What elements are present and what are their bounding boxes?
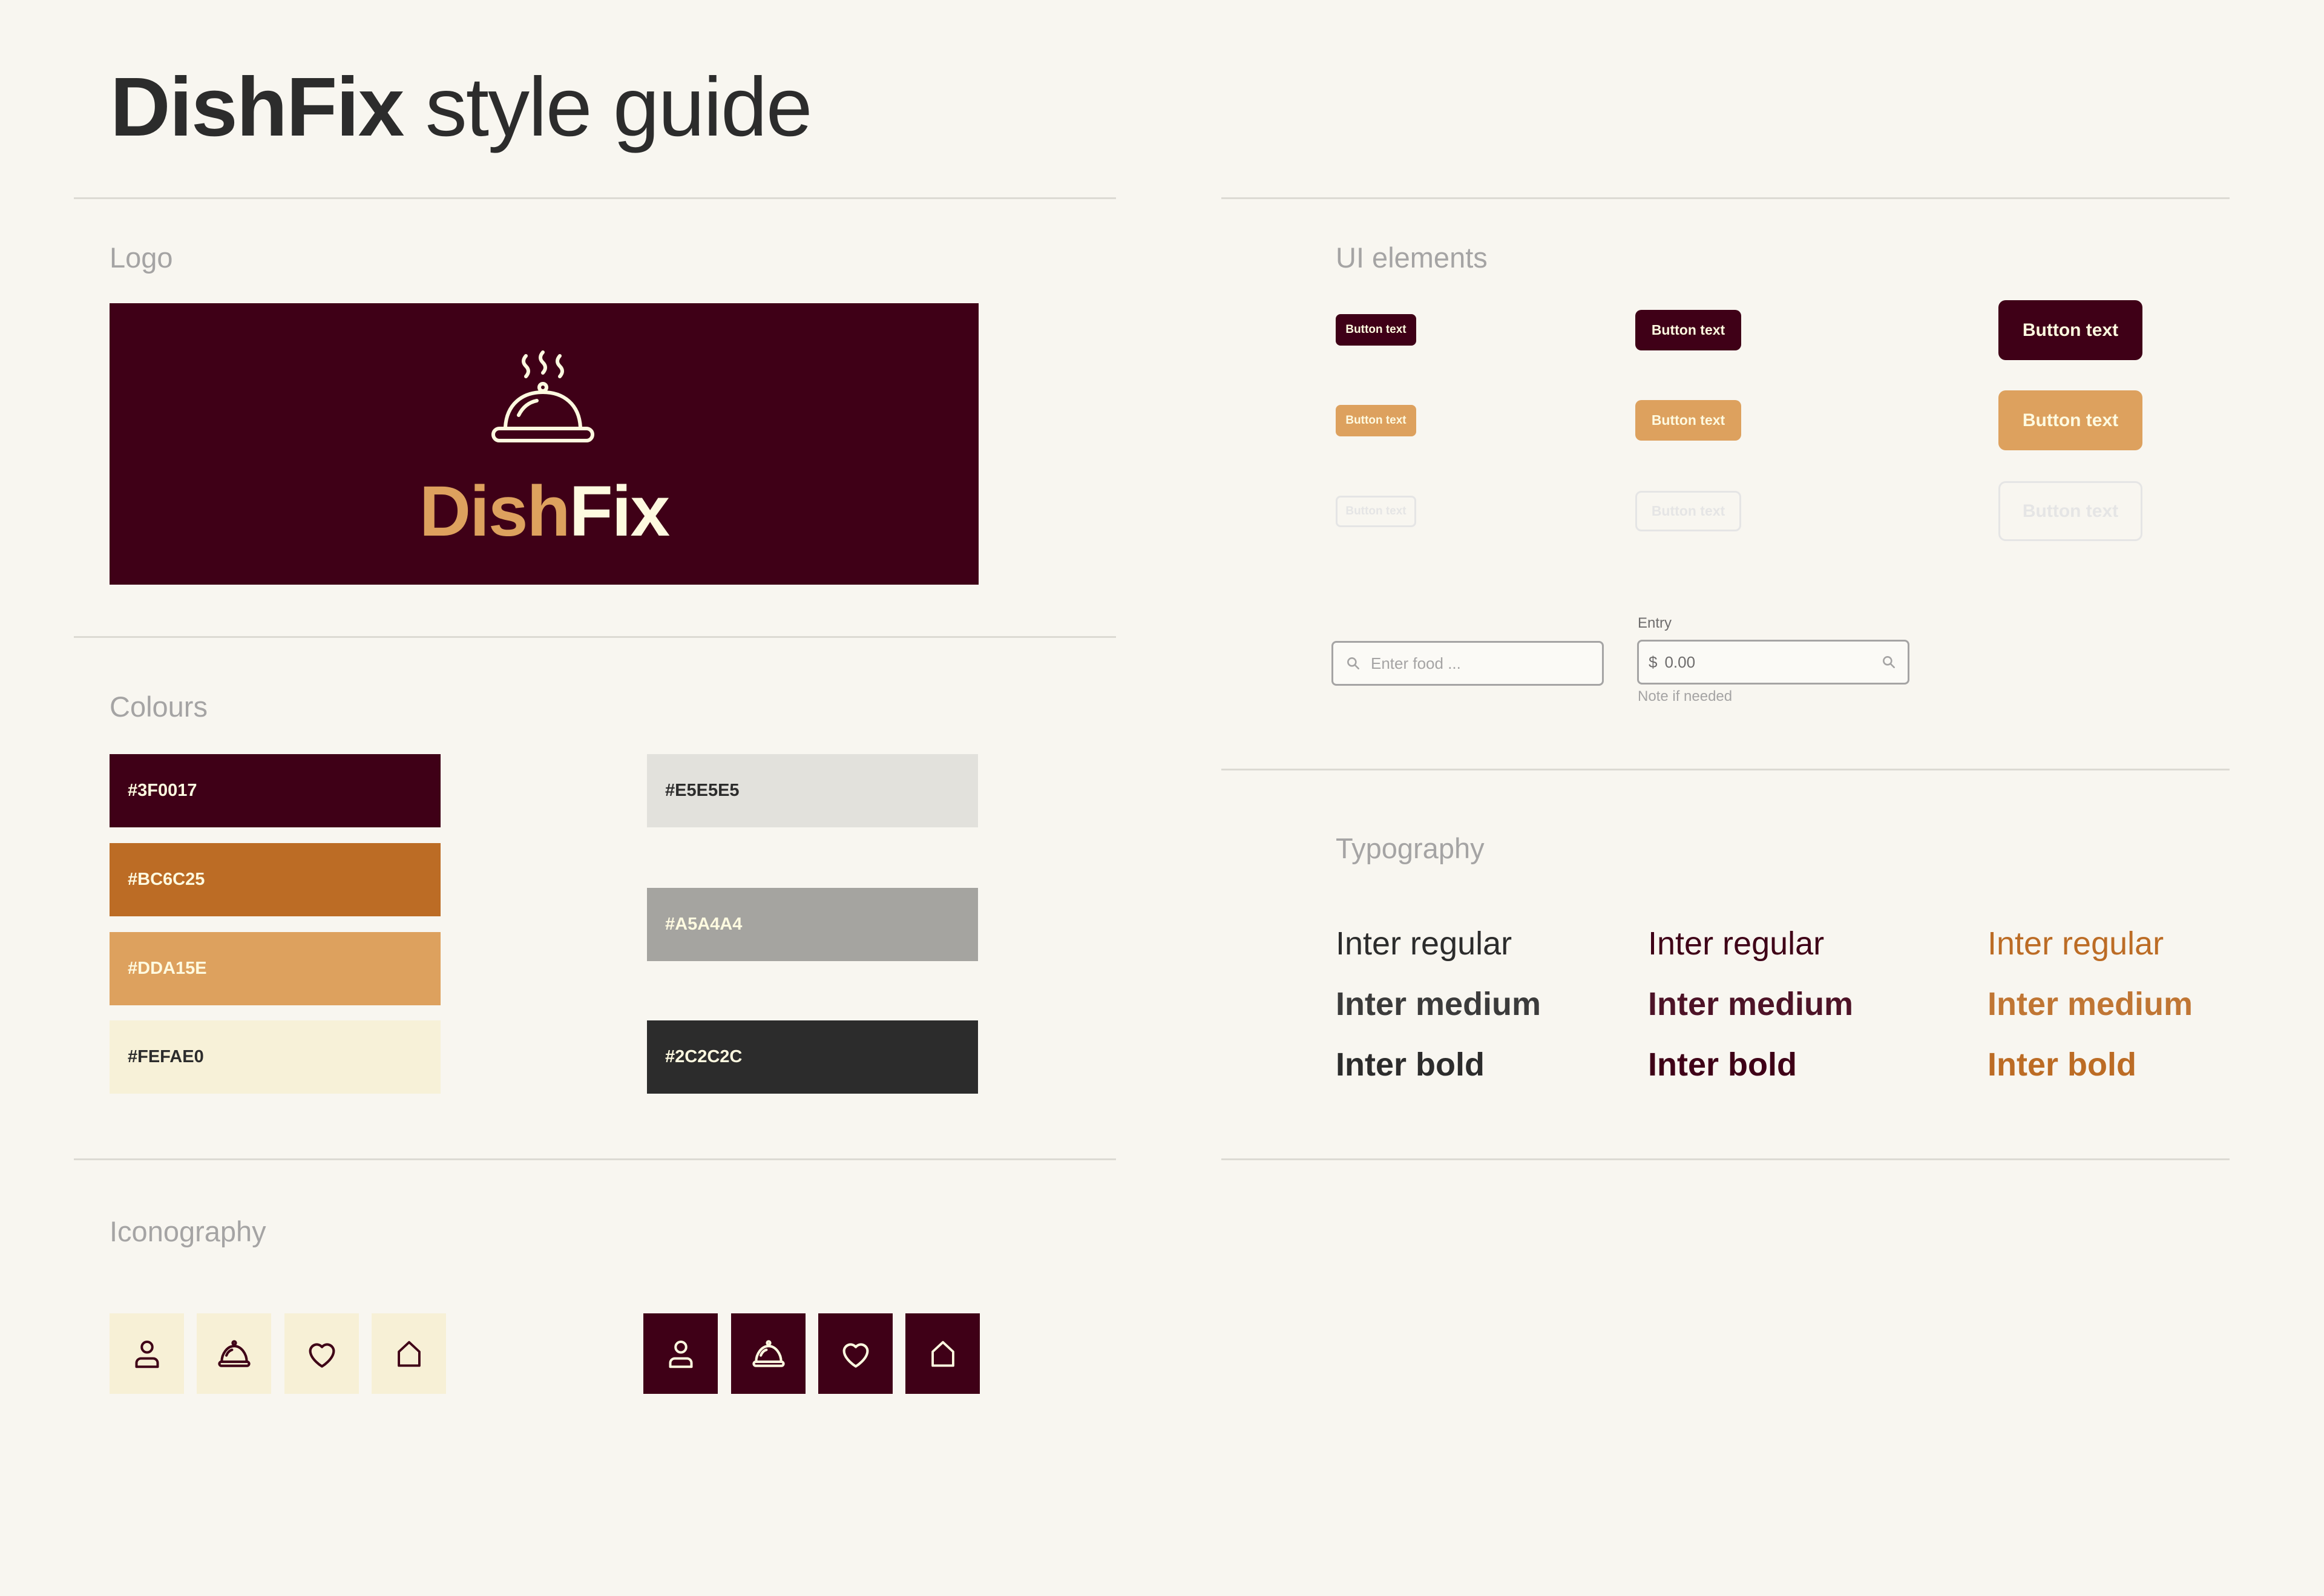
divider bbox=[1221, 769, 2230, 770]
section-label-ui-elements: UI elements bbox=[1336, 241, 1488, 274]
section-label-typography: Typography bbox=[1336, 832, 1485, 864]
logo-word-fix: Fix bbox=[569, 471, 670, 551]
ghost-button-small[interactable]: Button text bbox=[1336, 496, 1416, 527]
person-icon bbox=[135, 1340, 159, 1368]
ghost-button-medium[interactable]: Button text bbox=[1635, 491, 1741, 531]
search-input[interactable]: Enter food ... bbox=[1331, 641, 1604, 686]
secondary-button-small[interactable]: Button text bbox=[1336, 405, 1416, 436]
colour-swatch: #3F0017 bbox=[110, 754, 441, 827]
cloche-icon bbox=[752, 1339, 785, 1367]
type-sample-bold: Inter bold bbox=[1648, 1046, 1797, 1083]
type-sample-regular: Inter regular bbox=[1988, 925, 2164, 962]
swatch-hex: #3F0017 bbox=[128, 781, 197, 800]
icon-tile-cloche-dark bbox=[731, 1313, 806, 1394]
swatch-hex: #E5E5E5 bbox=[665, 781, 740, 800]
primary-button-large[interactable]: Button text bbox=[1998, 300, 2142, 360]
icon-tile-person bbox=[110, 1313, 184, 1394]
logo-word-dish: Dish bbox=[419, 471, 571, 551]
type-sample-bold: Inter bold bbox=[1336, 1046, 1485, 1083]
icon-tile-home-dark bbox=[905, 1313, 980, 1394]
heart-icon bbox=[842, 1342, 868, 1368]
entry-label: Entry bbox=[1638, 615, 1672, 631]
home-icon bbox=[397, 1341, 421, 1367]
icon-tile-heart bbox=[284, 1313, 359, 1394]
secondary-button-large[interactable]: Button text bbox=[1998, 390, 2142, 450]
secondary-button-medium[interactable]: Button text bbox=[1635, 400, 1741, 441]
divider bbox=[74, 1158, 1116, 1160]
divider bbox=[74, 636, 1116, 638]
entry-note: Note if needed bbox=[1638, 688, 1733, 704]
divider bbox=[1221, 197, 2230, 199]
icon-tile-heart-dark bbox=[818, 1313, 893, 1394]
colour-swatch: #FEFAE0 bbox=[110, 1020, 441, 1094]
search-icon bbox=[1883, 656, 1895, 668]
type-sample-bold: Inter bold bbox=[1988, 1046, 2136, 1083]
divider bbox=[1221, 1158, 2230, 1160]
colour-swatch: #A5A4A4 bbox=[647, 888, 978, 961]
primary-button-small[interactable]: Button text bbox=[1336, 314, 1416, 346]
ghost-button-large[interactable]: Button text bbox=[1998, 481, 2142, 541]
swatch-hex: #2C2C2C bbox=[665, 1047, 743, 1066]
colour-swatch: #BC6C25 bbox=[110, 843, 441, 916]
home-icon bbox=[931, 1341, 954, 1367]
type-sample-medium: Inter medium bbox=[1988, 986, 2193, 1022]
swatch-hex: #A5A4A4 bbox=[665, 915, 743, 934]
section-label-iconography: Iconography bbox=[110, 1215, 266, 1247]
swatch-hex: #DDA15E bbox=[128, 959, 207, 978]
type-sample-regular: Inter regular bbox=[1336, 925, 1512, 962]
cloche-icon bbox=[217, 1339, 251, 1367]
logo-wordmark: DishFix bbox=[110, 466, 979, 557]
entry-field[interactable]: $ 0.00 bbox=[1637, 640, 1909, 685]
type-sample-regular: Inter regular bbox=[1648, 925, 1825, 962]
colour-swatch: #E5E5E5 bbox=[647, 754, 978, 827]
swatch-hex: #BC6C25 bbox=[128, 870, 205, 889]
search-placeholder: Enter food ... bbox=[1371, 654, 1461, 672]
entry-value: 0.00 bbox=[1664, 652, 1696, 671]
person-icon bbox=[669, 1340, 692, 1368]
heart-icon bbox=[309, 1342, 335, 1368]
primary-button-medium[interactable]: Button text bbox=[1635, 310, 1741, 350]
entry-currency: $ bbox=[1649, 652, 1658, 671]
icon-tile-person-dark bbox=[643, 1313, 718, 1394]
colour-swatch: #DDA15E bbox=[110, 932, 441, 1005]
search-icon bbox=[1347, 657, 1359, 669]
colour-swatch: #2C2C2C bbox=[647, 1020, 978, 1094]
swatch-hex: #FEFAE0 bbox=[128, 1047, 204, 1066]
icon-tile-home bbox=[372, 1313, 446, 1394]
type-sample-medium: Inter medium bbox=[1336, 986, 1541, 1022]
icon-tile-cloche bbox=[197, 1313, 271, 1394]
type-sample-medium: Inter medium bbox=[1648, 986, 1854, 1022]
section-label-colours: Colours bbox=[110, 691, 208, 723]
